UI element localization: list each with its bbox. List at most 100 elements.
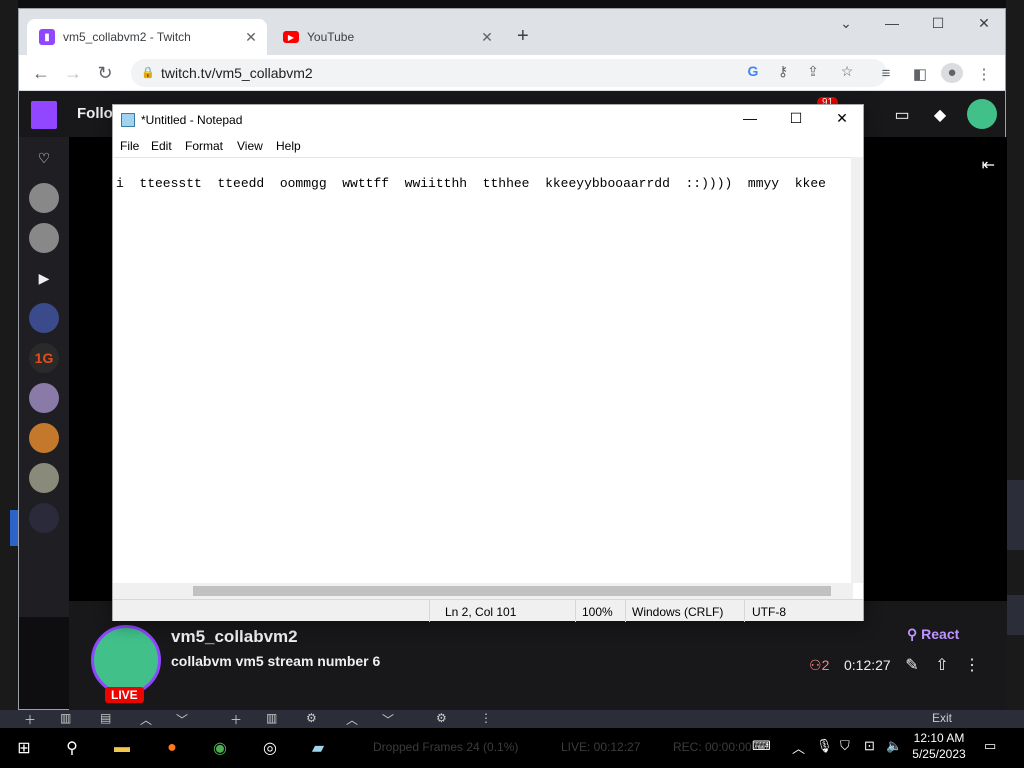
notepad-close-button[interactable]: ✕ [819,110,865,127]
tab-strip: ▮ vm5_collabvm2 - Twitch ✕ ▶ YouTube ✕ +… [19,9,1005,55]
menu-edit[interactable]: Edit [151,139,172,153]
obs-icon[interactable]: ◎ [256,736,284,760]
desktop-highlight [10,510,18,546]
key-icon[interactable]: ⚷ [773,63,793,80]
menu-format[interactable]: Format [185,139,223,153]
system-clock[interactable]: 12:10 AM 5/25/2023 [908,730,970,762]
back-icon[interactable]: ← [29,61,53,85]
react-button[interactable]: ⚲ React [907,626,959,643]
obs-window-edge [1006,0,1024,728]
queue-icon[interactable]: ≡ [875,65,897,82]
twitch-logo-icon[interactable] [31,101,57,129]
star-icon[interactable]: ☆ [837,63,857,80]
security-icon[interactable]: ⛉ [840,738,850,754]
notepad-maximize-button[interactable]: ☐ [773,110,819,127]
whispers-icon[interactable]: ▭ [891,105,913,125]
tab-twitch[interactable]: ▮ vm5_collabvm2 - Twitch ✕ [27,19,267,55]
channel-avatar-7[interactable] [29,503,59,533]
touch-keyboard-icon[interactable]: ⌨ [752,738,771,754]
obs-panel-2 [1006,595,1024,635]
maximize-button[interactable]: ☐ [915,15,961,32]
encoding: UTF-8 [752,605,786,619]
stream-uptime: 0:12:27 [844,657,891,673]
user-avatar[interactable] [967,99,997,129]
live-badge: LIVE [105,687,144,703]
obs-panel [1006,480,1024,550]
more-options-icon[interactable]: ⋮ [961,655,983,675]
reload-icon[interactable]: ↻ [93,61,117,85]
channel-avatar-1g[interactable]: 1G [29,343,59,373]
close-tab-icon[interactable]: ✕ [477,29,497,46]
stream-title: collabvm vm5 stream number 6 [171,653,381,669]
channel-avatar[interactable] [91,625,161,695]
obs-mixer-settings-icon[interactable]: ⚙ [436,711,447,725]
channel-avatar-3[interactable] [29,303,59,333]
tab-search-icon[interactable]: ⌄ [823,15,869,32]
channel-name[interactable]: vm5_collabvm2 [171,627,298,647]
tab-title: vm5_collabvm2 - Twitch [63,30,191,44]
chrome-icon[interactable]: ◉ [206,736,234,760]
video-camera-icon[interactable]: ▶ [29,263,59,293]
google-icon[interactable]: G [743,63,763,79]
obs-exit-button[interactable]: Exit [932,711,952,725]
obs-controls-bar: ＋ ▥ ▤ ︿ ﹀ ＋ ▥ ⚙ ︿ ﹀ ⚙ ⋮ Exit [0,710,1024,728]
obs-remove-source-icon[interactable]: ▥ [266,711,277,725]
horizontal-scrollbar[interactable] [113,583,853,599]
menu-icon[interactable]: ⋮ [973,65,995,83]
volume-icon[interactable]: 🔈 [886,738,902,754]
vertical-scrollbar[interactable] [851,157,863,583]
obs-up-icon[interactable]: ︿ [140,711,152,728]
close-window-button[interactable]: ✕ [961,15,1007,32]
notepad-text-area[interactable]: i tteesstt tteedd oommgg wwttff wwiitthh… [113,157,853,583]
profile-icon[interactable]: ● [941,63,963,83]
share-stream-icon[interactable]: ⇧ [931,655,953,675]
channel-avatar-4[interactable] [29,383,59,413]
bits-icon[interactable]: ◆ [929,105,951,125]
obs-down-icon[interactable]: ﹀ [176,711,188,728]
channel-avatar-6[interactable] [29,463,59,493]
channel-avatar-5[interactable] [29,423,59,453]
obs-more-icon[interactable]: ⋮ [480,711,492,725]
horizontal-scroll-thumb[interactable] [193,586,831,596]
obs-remove-icon[interactable]: ▥ [60,711,71,725]
menu-file[interactable]: File [120,139,139,153]
status-separator [744,600,745,622]
notepad-taskbar-icon[interactable]: ▰ [304,736,332,760]
sidepanel-icon[interactable]: ◧ [909,65,931,83]
file-explorer-icon[interactable]: ▬ [108,736,136,760]
firefox-icon[interactable]: ● [158,736,186,760]
edit-icon[interactable]: ✎ [901,655,923,675]
menu-help[interactable]: Help [276,139,301,153]
search-icon[interactable]: ⚲ [58,736,86,760]
new-tab-button[interactable]: + [517,25,529,48]
menu-view[interactable]: View [237,139,263,153]
obs-settings-icon[interactable]: ⚙ [306,711,317,725]
collapse-chat-icon[interactable]: ⇤ [982,155,995,175]
heart-icon[interactable]: ♡ [29,143,59,173]
tab-youtube[interactable]: ▶ YouTube ✕ [271,19,503,55]
notepad-window: *Untitled - Notepad — ☐ ✕ File Edit Form… [112,104,865,622]
network-icon[interactable]: ⊡ [864,738,875,754]
obs-filter-icon[interactable]: ▤ [100,711,111,725]
obs-add-icon[interactable]: ＋ [24,711,36,728]
microphone-icon[interactable]: 🎙 [816,738,833,754]
start-windows-icon[interactable]: ⊞ [10,736,38,760]
followed-channels-sidebar: ♡ ▶ 1G [19,137,69,617]
twitch-favicon-icon: ▮ [39,29,55,45]
share-icon[interactable]: ⇪ [803,63,823,80]
browser-toolbar: ← → ↻ 🔒 twitch.tv/vm5_collabvm2 G ⚷ ⇪ ☆ … [19,55,1005,91]
obs-source-down-icon[interactable]: ﹀ [382,711,394,728]
close-tab-icon[interactable]: ✕ [241,29,261,46]
notepad-minimize-button[interactable]: — [727,110,773,126]
channel-avatar-2[interactable] [29,223,59,253]
channel-avatar-1[interactable] [29,183,59,213]
tray-overflow-icon[interactable]: ︿ [792,738,805,757]
notifications-icon[interactable]: ▭ [984,738,996,754]
obs-source-up-icon[interactable]: ︿ [346,711,358,728]
minimize-button[interactable]: — [869,15,915,31]
notepad-title: *Untitled - Notepad [141,113,243,127]
forward-icon[interactable]: → [61,61,85,85]
obs-add-source-icon[interactable]: ＋ [230,711,242,728]
viewer-count: ⚇2 [809,657,829,674]
following-link[interactable]: Follo [77,105,113,122]
